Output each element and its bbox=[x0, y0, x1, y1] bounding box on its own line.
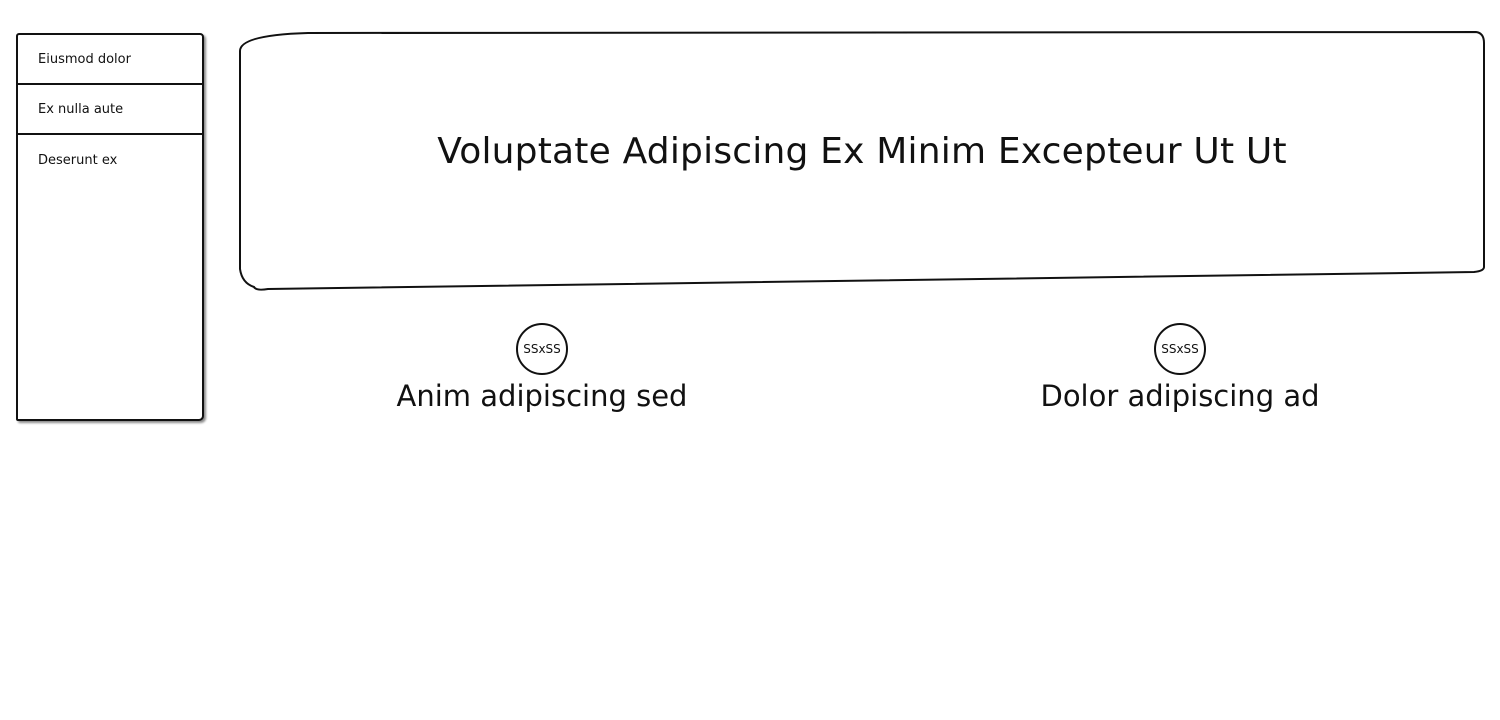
sidebar-item-label: Deserunt ex bbox=[38, 152, 118, 168]
sidebar-item-eiusmod-dolor[interactable]: Eiusmod dolor bbox=[18, 35, 202, 85]
avatar: SSxSS bbox=[1154, 323, 1206, 375]
profile-name: Dolor adipiscing ad bbox=[1040, 379, 1320, 413]
sidebar-nav: Eiusmod dolor Ex nulla aute Deserunt ex bbox=[16, 33, 204, 421]
avatar-placeholder-text: SSxSS bbox=[523, 342, 561, 356]
avatar-placeholder-text: SSxSS bbox=[1161, 342, 1199, 356]
sidebar-item-deserunt-ex[interactable]: Deserunt ex bbox=[18, 135, 202, 185]
profile-name: Anim adipiscing sed bbox=[396, 379, 688, 413]
sidebar-item-ex-nulla-aute[interactable]: Ex nulla aute bbox=[18, 85, 202, 135]
avatar: SSxSS bbox=[516, 323, 568, 375]
header-banner: Voluptate Adipiscing Ex Minim Excepteur … bbox=[238, 31, 1486, 293]
profile-card[interactable]: SSxSS Anim adipiscing sed bbox=[392, 323, 692, 413]
sidebar-item-label: Eiusmod dolor bbox=[38, 51, 131, 67]
profile-card[interactable]: SSxSS Dolor adipiscing ad bbox=[1030, 323, 1330, 413]
sidebar-item-label: Ex nulla aute bbox=[38, 101, 124, 117]
page-title: Voluptate Adipiscing Ex Minim Excepteur … bbox=[437, 131, 1287, 172]
